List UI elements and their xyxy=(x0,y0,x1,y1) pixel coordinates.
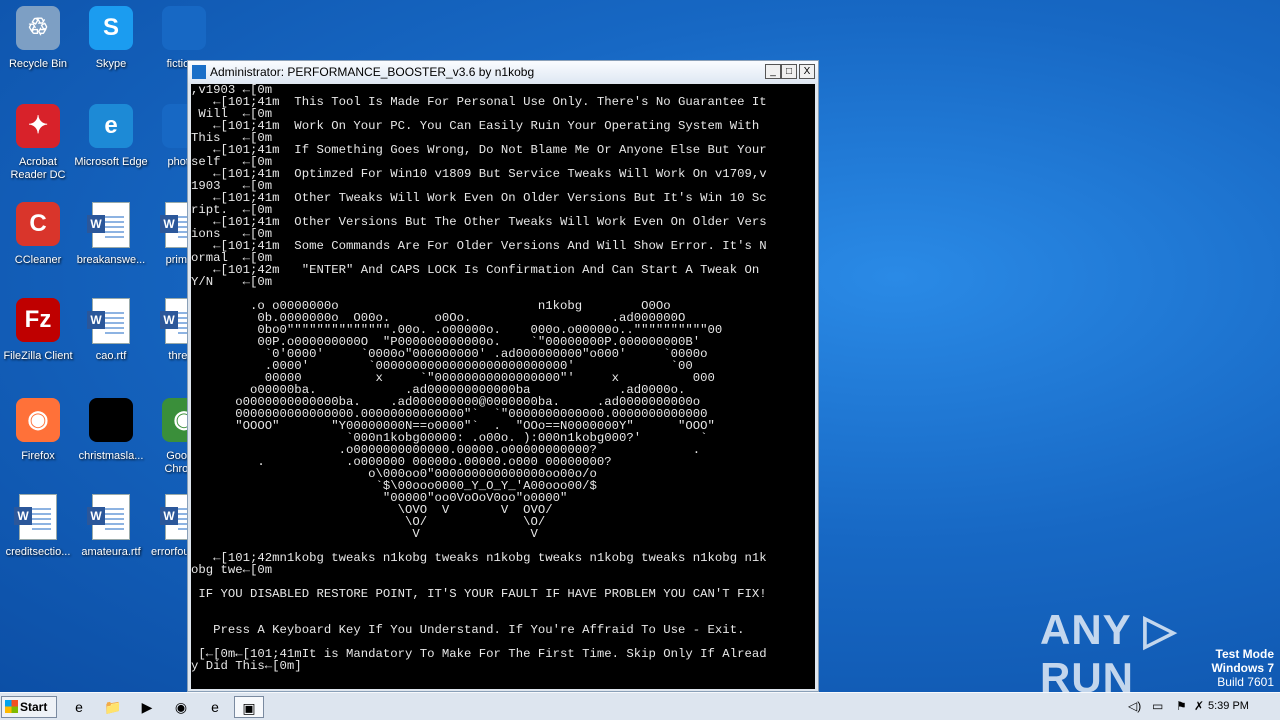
desktop-icon-label: Acrobat Reader DC xyxy=(10,156,66,181)
window-titlebar[interactable]: Administrator: PERFORMANCE_BOOSTER_v3.6 … xyxy=(188,61,818,83)
desktop-icon[interactable]: Fz FileZilla Client xyxy=(0,298,76,363)
app-icon xyxy=(89,398,133,442)
desktop-icon[interactable]: ✦ Acrobat Reader DC xyxy=(0,104,76,182)
desktop-icon-label: creditsectio... xyxy=(5,546,71,558)
volume-icon[interactable]: ◁) xyxy=(1128,699,1141,713)
app-icon: ♲ xyxy=(16,6,60,50)
desktop-icon-image xyxy=(160,6,208,54)
taskbar: Start e 📁 ▶ ◉ e ▣ ◁) ▭ ⚑ ✗ 5:39 PM xyxy=(0,692,1280,720)
desktop-icon[interactable]: ◉ Firefox xyxy=(0,398,76,463)
desktop-icon[interactable]: Wbreakanswe... xyxy=(73,202,149,267)
desktop-icon-image: e xyxy=(87,104,135,152)
close-button[interactable]: X xyxy=(799,64,815,79)
window-title: Administrator: PERFORMANCE_BOOSTER_v3.6 … xyxy=(210,65,535,79)
desktop-icon-image: Fz xyxy=(14,298,62,346)
taskbar-chrome-icon[interactable]: ◉ xyxy=(166,696,196,718)
word-document-icon: W xyxy=(14,494,57,540)
desktop: ♲ Recycle Bin S Skype fictiona ✦ Acrobat Reade… xyxy=(0,0,1280,692)
network-icon[interactable]: ✗ xyxy=(1194,699,1204,713)
ascii-art: .o o0000000o n1kobg O0Oo 0b.0000000o O00… xyxy=(235,299,723,541)
display-icon[interactable]: ▭ xyxy=(1152,699,1163,713)
taskbar-explorer-icon[interactable]: 📁 xyxy=(98,696,128,718)
windows-flag-icon xyxy=(5,700,18,713)
desktop-icon-image: ◉ xyxy=(14,398,62,446)
word-document-icon: W xyxy=(87,202,130,248)
desktop-icon-label: FileZilla Client xyxy=(3,350,73,362)
desktop-icon-image: W xyxy=(14,494,62,542)
start-button[interactable]: Start xyxy=(1,696,57,718)
taskbar-ie-icon[interactable]: e xyxy=(64,696,94,718)
start-label: Start xyxy=(20,700,48,714)
desktop-icon[interactable]: e Microsoft Edge xyxy=(73,104,149,169)
desktop-icon[interactable]: Wcao.rtf xyxy=(73,298,149,363)
desktop-icon-label: Firefox xyxy=(21,450,55,462)
app-icon: Fz xyxy=(16,298,60,342)
desktop-icon-label: christmasla... xyxy=(78,450,144,462)
maximize-button[interactable]: □ xyxy=(781,64,797,79)
desktop-icon-label: amateura.rtf xyxy=(81,546,141,558)
desktop-icon-label: breakanswe... xyxy=(76,254,146,266)
desktop-icon-image: W xyxy=(87,202,135,250)
desktop-icon[interactable]: Wcreditsectio... xyxy=(0,494,76,559)
desktop-icon[interactable]: christmasla... xyxy=(73,398,149,463)
desktop-icon-label: Microsoft Edge xyxy=(74,156,148,168)
desktop-icon-label: Skype xyxy=(95,58,127,70)
taskbar-media-icon[interactable]: ▶ xyxy=(132,696,162,718)
desktop-icon-image: C xyxy=(14,202,62,250)
desktop-icon-image: ♲ xyxy=(14,6,62,54)
desktop-icon-label: Recycle Bin xyxy=(8,58,68,70)
test-mode-line: Test Mode xyxy=(1215,647,1274,661)
desktop-icon-image: S xyxy=(87,6,135,54)
taskbar-console-icon[interactable]: ▣ xyxy=(234,696,264,718)
desktop-icon[interactable]: S Skype xyxy=(73,6,149,71)
desktop-icon-image: W xyxy=(87,494,135,542)
app-icon xyxy=(162,6,206,50)
build-line: Build 7601 xyxy=(1217,675,1274,689)
test-mode-notice: Test Mode Windows 7 Build 7601 xyxy=(1211,647,1274,689)
desktop-icon-image: ✦ xyxy=(14,104,62,152)
desktop-icon[interactable]: C CCleaner xyxy=(0,202,76,267)
clock[interactable]: 5:39 PM xyxy=(1208,700,1249,712)
flag-icon[interactable]: ⚑ xyxy=(1176,699,1187,713)
desktop-icon[interactable]: ♲ Recycle Bin xyxy=(0,6,76,71)
app-icon: C xyxy=(16,202,60,246)
word-document-icon: W xyxy=(87,494,130,540)
desktop-icon-image xyxy=(87,398,135,446)
desktop-icon-image: W xyxy=(87,298,135,346)
app-icon: ✦ xyxy=(16,104,60,148)
windows-version-line: Windows 7 xyxy=(1211,661,1274,675)
console-text: ,v1903 ←[0m ←[101;41m This Tool Is Made … xyxy=(191,84,767,289)
taskbar-edge-icon[interactable]: e xyxy=(200,696,230,718)
app-icon: e xyxy=(89,104,133,148)
word-document-icon: W xyxy=(87,298,130,344)
console-window[interactable]: Administrator: PERFORMANCE_BOOSTER_v3.6 … xyxy=(187,60,819,692)
minimize-button[interactable]: _ xyxy=(765,64,781,79)
desktop-icon-label: cao.rtf xyxy=(95,350,127,362)
console-output[interactable]: ,v1903 ←[0m ←[101;41m This Tool Is Made … xyxy=(191,84,815,689)
desktop-icon[interactable]: Wamateura.rtf xyxy=(73,494,149,559)
desktop-icon-label: CCleaner xyxy=(14,254,62,266)
app-icon: S xyxy=(89,6,133,50)
app-icon: ◉ xyxy=(16,398,60,442)
console-tail-text: ←[101;42mn1kobg tweaks n1kobg tweaks n1k… xyxy=(191,551,767,673)
console-app-icon xyxy=(192,65,206,79)
